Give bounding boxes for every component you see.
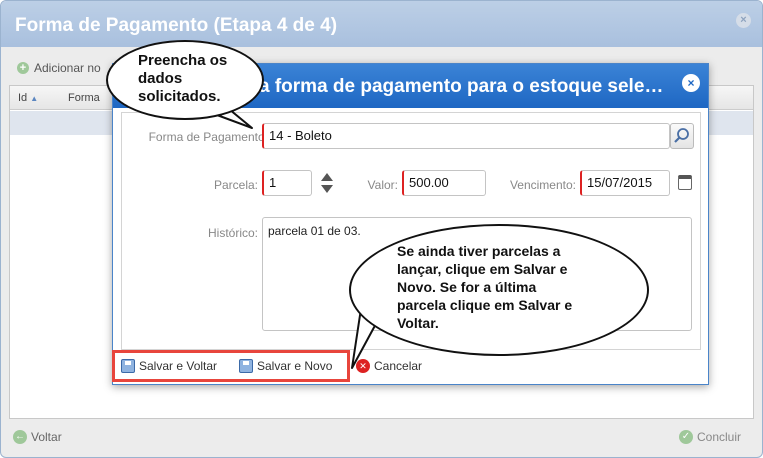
- finish-button[interactable]: ✓ Concluir: [679, 430, 741, 444]
- cancel-icon: ✕: [356, 359, 370, 373]
- add-button-label: Adicionar no: [34, 61, 101, 75]
- history-label: Histórico:: [207, 226, 258, 240]
- calendar-icon[interactable]: [678, 175, 692, 190]
- outer-header: Forma de Pagamento (Etapa 4 de 4) ×: [1, 1, 762, 47]
- check-icon: ✓: [679, 430, 693, 444]
- add-icon: +: [17, 62, 29, 74]
- installment-field[interactable]: 1: [262, 170, 312, 196]
- callout-bottom-line: Se ainda tiver parcelas a: [397, 243, 561, 259]
- instruction-callout-bottom: Se ainda tiver parcelas a lançar, clique…: [349, 224, 649, 356]
- close-icon[interactable]: ×: [736, 13, 751, 28]
- callout-top-line: Preencha os: [138, 52, 228, 69]
- outer-title: Forma de Pagamento (Etapa 4 de 4): [15, 15, 338, 36]
- amount-label: Valor:: [367, 178, 398, 192]
- cancel-label: Cancelar: [374, 359, 423, 373]
- column-header-id[interactable]: Id ▲: [18, 92, 38, 104]
- payment-method-label: Forma de Pagamento:: [148, 130, 268, 144]
- dialog-title: a forma de pagamento para o estoque sele…: [259, 76, 664, 97]
- add-button[interactable]: + Adicionar no: [17, 61, 101, 75]
- instruction-callout-top: Preencha os dados solicitados.: [106, 40, 264, 120]
- back-button-label: Voltar: [31, 430, 62, 444]
- callout-bottom-line: parcela clique em Salvar e: [397, 297, 573, 313]
- finish-button-label: Concluir: [697, 430, 742, 444]
- callout-bottom-line: lançar, clique em Salvar e: [397, 261, 568, 277]
- magnifier-icon: [674, 128, 689, 143]
- lookup-button[interactable]: [670, 123, 694, 149]
- installment-label: Parcela:: [213, 178, 258, 192]
- payment-method-field[interactable]: 14 - Boleto: [262, 123, 670, 149]
- due-date-field[interactable]: 15/07/2015: [580, 170, 670, 196]
- callout-bottom-line: Novo. Se for a última: [397, 279, 537, 295]
- due-date-label: Vencimento:: [509, 178, 576, 192]
- column-header-forma[interactable]: Forma: [68, 92, 100, 104]
- stepper-icon[interactable]: [320, 171, 334, 195]
- cancel-button[interactable]: ✕ Cancelar: [356, 359, 422, 373]
- outer-footer: ← Voltar ✓ Concluir: [1, 423, 762, 457]
- sort-asc-icon: ▲: [30, 94, 39, 103]
- amount-field[interactable]: 500.00: [402, 170, 486, 196]
- save-buttons-highlight: [112, 350, 350, 382]
- close-icon[interactable]: ×: [682, 74, 700, 92]
- callout-bottom-line: Voltar.: [397, 315, 439, 331]
- arrow-left-icon: ←: [13, 430, 27, 444]
- callout-top-line: dados: [138, 70, 183, 87]
- callout-top-line: solicitados.: [138, 88, 221, 105]
- back-button[interactable]: ← Voltar: [13, 430, 62, 444]
